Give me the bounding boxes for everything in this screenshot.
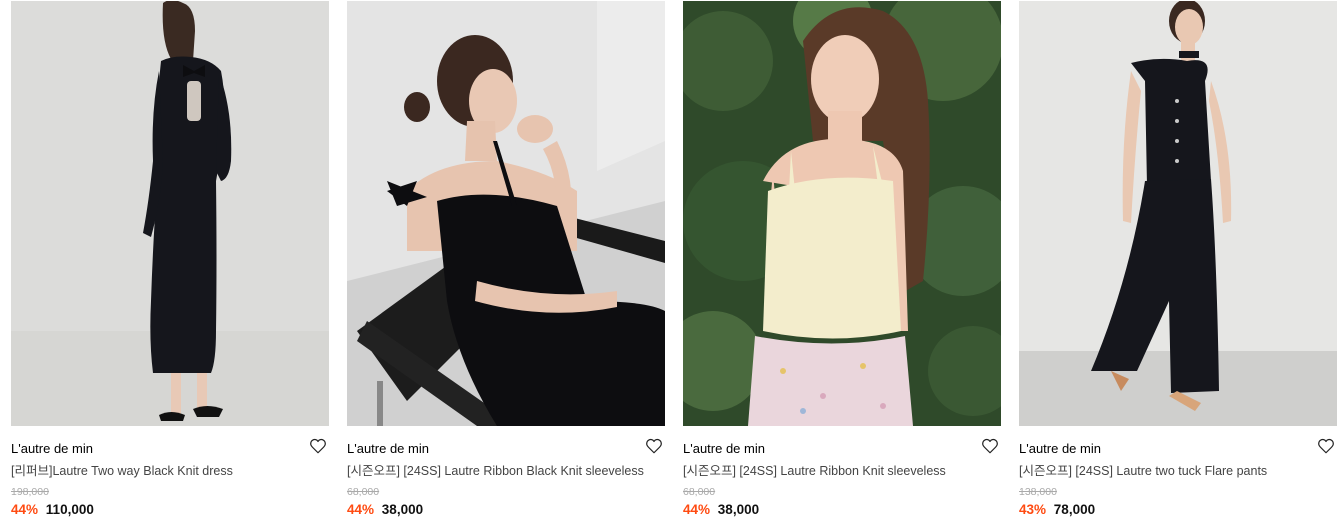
- heart-outline-icon[interactable]: [645, 437, 663, 455]
- product-card[interactable]: L'autre de min [시즌오프] [24SS] Lautre two …: [1019, 1, 1337, 518]
- product-name[interactable]: [시즌오프] [24SS] Lautre Ribbon Black Knit s…: [347, 463, 665, 479]
- product-image[interactable]: [1019, 1, 1337, 426]
- heart-outline-icon[interactable]: [309, 437, 327, 455]
- product-image[interactable]: [347, 1, 665, 426]
- sale-price: 38,000: [717, 502, 760, 517]
- discount-rate: 44%: [347, 502, 375, 517]
- heart-outline-icon[interactable]: [1317, 437, 1335, 455]
- brand-name[interactable]: L'autre de min: [11, 440, 329, 458]
- brand-name[interactable]: L'autre de min: [347, 440, 665, 458]
- product-name[interactable]: [시즌오프] [24SS] Lautre two tuck Flare pant…: [1019, 463, 1337, 479]
- price-row: 43% 78,000: [1019, 502, 1337, 518]
- original-price: 68,000: [347, 486, 380, 498]
- product-name[interactable]: [리퍼브]Lautre Two way Black Knit dress: [11, 463, 329, 479]
- discount-rate: 44%: [11, 502, 39, 517]
- price-row: 44% 110,000: [11, 502, 329, 518]
- original-price: 198,000: [11, 486, 49, 498]
- brand-name[interactable]: L'autre de min: [683, 440, 1001, 458]
- heart-outline-icon[interactable]: [981, 437, 999, 455]
- price-row: 44% 38,000: [683, 502, 1001, 518]
- product-name[interactable]: [시즌오프] [24SS] Lautre Ribbon Knit sleevel…: [683, 463, 1001, 479]
- sale-price: 38,000: [381, 502, 424, 517]
- original-price: 138,000: [1019, 486, 1057, 498]
- brand-name[interactable]: L'autre de min: [1019, 440, 1337, 458]
- sale-price: 78,000: [1053, 502, 1096, 517]
- product-card[interactable]: L'autre de min [시즌오프] [24SS] Lautre Ribb…: [683, 1, 1001, 518]
- sale-price: 110,000: [45, 502, 94, 517]
- price-row: 44% 38,000: [347, 502, 665, 518]
- product-image[interactable]: [11, 1, 329, 426]
- original-price: 68,000: [683, 486, 716, 498]
- product-card[interactable]: L'autre de min [리퍼브]Lautre Two way Black…: [11, 1, 329, 518]
- discount-rate: 44%: [683, 502, 711, 517]
- product-card[interactable]: L'autre de min [시즌오프] [24SS] Lautre Ribb…: [347, 1, 665, 518]
- discount-rate: 43%: [1019, 502, 1047, 517]
- product-image[interactable]: [683, 1, 1001, 426]
- product-grid: L'autre de min [리퍼브]Lautre Two way Black…: [0, 0, 1342, 532]
